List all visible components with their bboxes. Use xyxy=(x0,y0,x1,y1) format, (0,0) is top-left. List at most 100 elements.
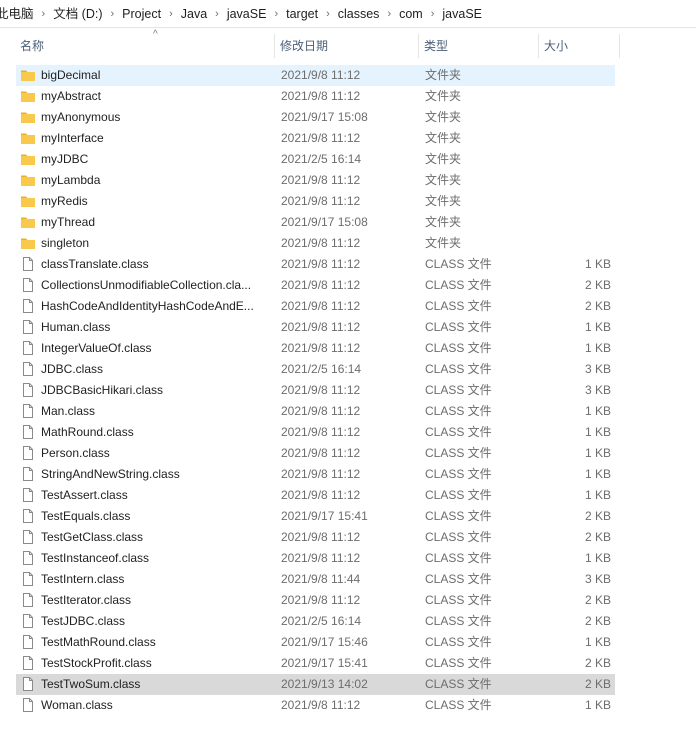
folder-row[interactable]: myThread 2021/9/17 15:08 文件夹 xyxy=(16,212,615,233)
column-header-name[interactable]: 名称 ^ xyxy=(15,29,274,62)
file-name: myJDBC xyxy=(41,152,89,166)
file-icon xyxy=(20,277,36,293)
file-type: CLASS 文件 xyxy=(425,509,492,523)
breadcrumb-item[interactable]: Project xyxy=(114,0,169,27)
folder-icon xyxy=(20,109,36,125)
file-row[interactable]: Person.class 2021/9/8 11:12 CLASS 文件 1 KB xyxy=(16,443,615,464)
file-row[interactable]: Human.class 2021/9/8 11:12 CLASS 文件 1 KB xyxy=(16,317,615,338)
file-row[interactable]: TestIntern.class 2021/9/8 11:44 CLASS 文件 3 … xyxy=(16,569,615,590)
file-type: 文件夹 xyxy=(425,131,462,145)
file-date-modified: 2021/9/8 11:12 xyxy=(281,551,361,565)
file-date-modified: 2021/9/8 11:12 xyxy=(281,341,361,355)
folder-icon xyxy=(20,235,36,251)
file-icon xyxy=(20,592,36,608)
file-type: 文件夹 xyxy=(425,89,462,103)
file-row[interactable]: JDBC.class 2021/2/5 16:14 CLASS 文件 3 KB xyxy=(16,359,615,380)
column-divider[interactable] xyxy=(619,34,620,58)
breadcrumb-item[interactable]: com xyxy=(391,0,431,27)
file-type: 文件夹 xyxy=(425,236,462,250)
file-size: 1 KB xyxy=(584,404,611,418)
file-row[interactable]: TestGetClass.class 2021/9/8 11:12 CLASS 文件… xyxy=(16,527,615,548)
folder-row[interactable]: myJDBC 2021/2/5 16:14 文件夹 xyxy=(16,149,615,170)
folder-row[interactable]: myLambda 2021/9/8 11:12 文件夹 xyxy=(16,170,615,191)
file-icon xyxy=(20,571,36,587)
folder-row[interactable]: myAbstract 2021/9/8 11:12 文件夹 xyxy=(16,86,615,107)
file-name: myLambda xyxy=(41,173,101,187)
file-date-modified: 2021/9/8 11:12 xyxy=(281,488,361,502)
breadcrumb-item[interactable]: 文档 (D:) xyxy=(45,0,110,27)
file-date-modified: 2021/9/17 15:08 xyxy=(281,110,368,124)
column-header-name-label: 名称 xyxy=(20,39,45,53)
file-name: myAnonymous xyxy=(41,110,121,124)
file-name: TestStockProfit.class xyxy=(41,656,152,670)
file-name: MathRound.class xyxy=(41,425,134,439)
file-date-modified: 2021/9/8 11:12 xyxy=(281,593,361,607)
file-size: 2 KB xyxy=(584,299,611,313)
column-header-size[interactable]: 大小 xyxy=(539,30,619,62)
breadcrumb: 此电脑›文档 (D:)›Project›Java›javaSE›target›c… xyxy=(0,0,696,28)
file-type: CLASS 文件 xyxy=(425,446,492,460)
file-row[interactable]: TestTwoSum.class 2021/9/13 14:02 CLASS 文件 2… xyxy=(16,674,615,695)
file-row[interactable]: TestJDBC.class 2021/2/5 16:14 CLASS 文件 2 KB xyxy=(16,611,615,632)
column-header-date-label: 修改日期 xyxy=(280,39,329,53)
file-row[interactable]: MathRound.class 2021/9/8 11:12 CLASS 文件 1 K… xyxy=(16,422,615,443)
file-row[interactable]: StringAndNewString.class 2021/9/8 11:12 CL… xyxy=(16,464,615,485)
file-icon xyxy=(20,403,36,419)
folder-row[interactable]: myInterface 2021/9/8 11:12 文件夹 xyxy=(16,128,615,149)
file-size: 1 KB xyxy=(584,425,611,439)
file-size: 2 KB xyxy=(584,614,611,628)
file-name: bigDecimal xyxy=(41,68,101,82)
file-size: 1 KB xyxy=(584,341,611,355)
file-row[interactable]: TestAssert.class 2021/9/8 11:12 CLASS 文件 1 … xyxy=(16,485,615,506)
file-row[interactable]: JDBCBasicHikari.class 2021/9/8 11:12 CLASS… xyxy=(16,380,615,401)
file-type: CLASS 文件 xyxy=(425,656,492,670)
file-type: CLASS 文件 xyxy=(425,593,492,607)
breadcrumb-item[interactable]: javaSE xyxy=(434,0,490,27)
file-row[interactable]: TestIterator.class 2021/9/8 11:12 CLASS 文件… xyxy=(16,590,615,611)
file-size: 1 KB xyxy=(584,488,611,502)
file-date-modified: 2021/9/8 11:12 xyxy=(281,131,361,145)
file-row[interactable]: TestMathRound.class 2021/9/17 15:46 CLASS … xyxy=(16,632,615,653)
file-icon xyxy=(20,319,36,335)
column-header-bar: 名称 ^ 修改日期 类型 大小 xyxy=(0,29,696,62)
sort-ascending-icon: ^ xyxy=(153,29,158,40)
file-row[interactable]: classTranslate.class 2021/9/8 11:12 CLASS … xyxy=(16,254,615,275)
breadcrumb-item[interactable]: classes xyxy=(330,0,388,27)
folder-row[interactable]: myAnonymous 2021/9/17 15:08 文件夹 xyxy=(16,107,615,128)
breadcrumb-item[interactable]: target xyxy=(278,0,326,27)
file-type: CLASS 文件 xyxy=(425,677,492,691)
file-row[interactable]: TestInstanceof.class 2021/9/8 11:12 CLASS … xyxy=(16,548,615,569)
folder-row[interactable]: myRedis 2021/9/8 11:12 文件夹 xyxy=(16,191,615,212)
file-row[interactable]: TestStockProfit.class 2021/9/17 15:41 CLAS… xyxy=(16,653,615,674)
column-header-date[interactable]: 修改日期 xyxy=(275,30,418,62)
file-icon xyxy=(20,508,36,524)
file-type: CLASS 文件 xyxy=(425,635,492,649)
breadcrumb-item[interactable]: Java xyxy=(173,0,215,27)
breadcrumb-item[interactable]: javaSE xyxy=(219,0,275,27)
file-type: CLASS 文件 xyxy=(425,551,492,565)
column-header-type[interactable]: 类型 xyxy=(419,30,538,62)
file-name: TestIterator.class xyxy=(41,593,132,607)
file-size: 2 KB xyxy=(584,593,611,607)
file-row[interactable]: Man.class 2021/9/8 11:12 CLASS 文件 1 KB xyxy=(16,401,615,422)
file-row[interactable]: IntegerValueOf.class 2021/9/8 11:12 CLASS … xyxy=(16,338,615,359)
file-row[interactable]: Woman.class 2021/9/8 11:12 CLASS 文件 1 KB xyxy=(16,695,615,716)
file-name: TestJDBC.class xyxy=(41,614,126,628)
file-name: myRedis xyxy=(41,194,88,208)
breadcrumb-item[interactable]: 此电脑 xyxy=(0,0,42,27)
file-name: TestTwoSum.class xyxy=(41,677,141,691)
file-row[interactable]: HashCodeAndIdentityHashCodeAndE... 2021/9… xyxy=(16,296,615,317)
file-name: CollectionsUnmodifiableCollection.cla... xyxy=(41,278,252,292)
column-header-size-label: 大小 xyxy=(544,39,569,53)
file-name: Human.class xyxy=(41,320,111,334)
folder-row[interactable]: bigDecimal 2021/9/8 11:12 文件夹 xyxy=(16,65,615,86)
file-date-modified: 2021/9/8 11:12 xyxy=(281,425,361,439)
file-name: classTranslate.class xyxy=(41,257,149,271)
folder-icon xyxy=(20,88,36,104)
file-row[interactable]: TestEquals.class 2021/9/17 15:41 CLASS 文件 2… xyxy=(16,506,615,527)
file-date-modified: 2021/9/8 11:12 xyxy=(281,194,361,208)
folder-row[interactable]: singleton 2021/9/8 11:12 文件夹 xyxy=(16,233,615,254)
file-row[interactable]: CollectionsUnmodifiableCollection.cla...… xyxy=(16,275,615,296)
file-name: HashCodeAndIdentityHashCodeAndE... xyxy=(41,299,254,313)
file-name: Man.class xyxy=(41,404,96,418)
